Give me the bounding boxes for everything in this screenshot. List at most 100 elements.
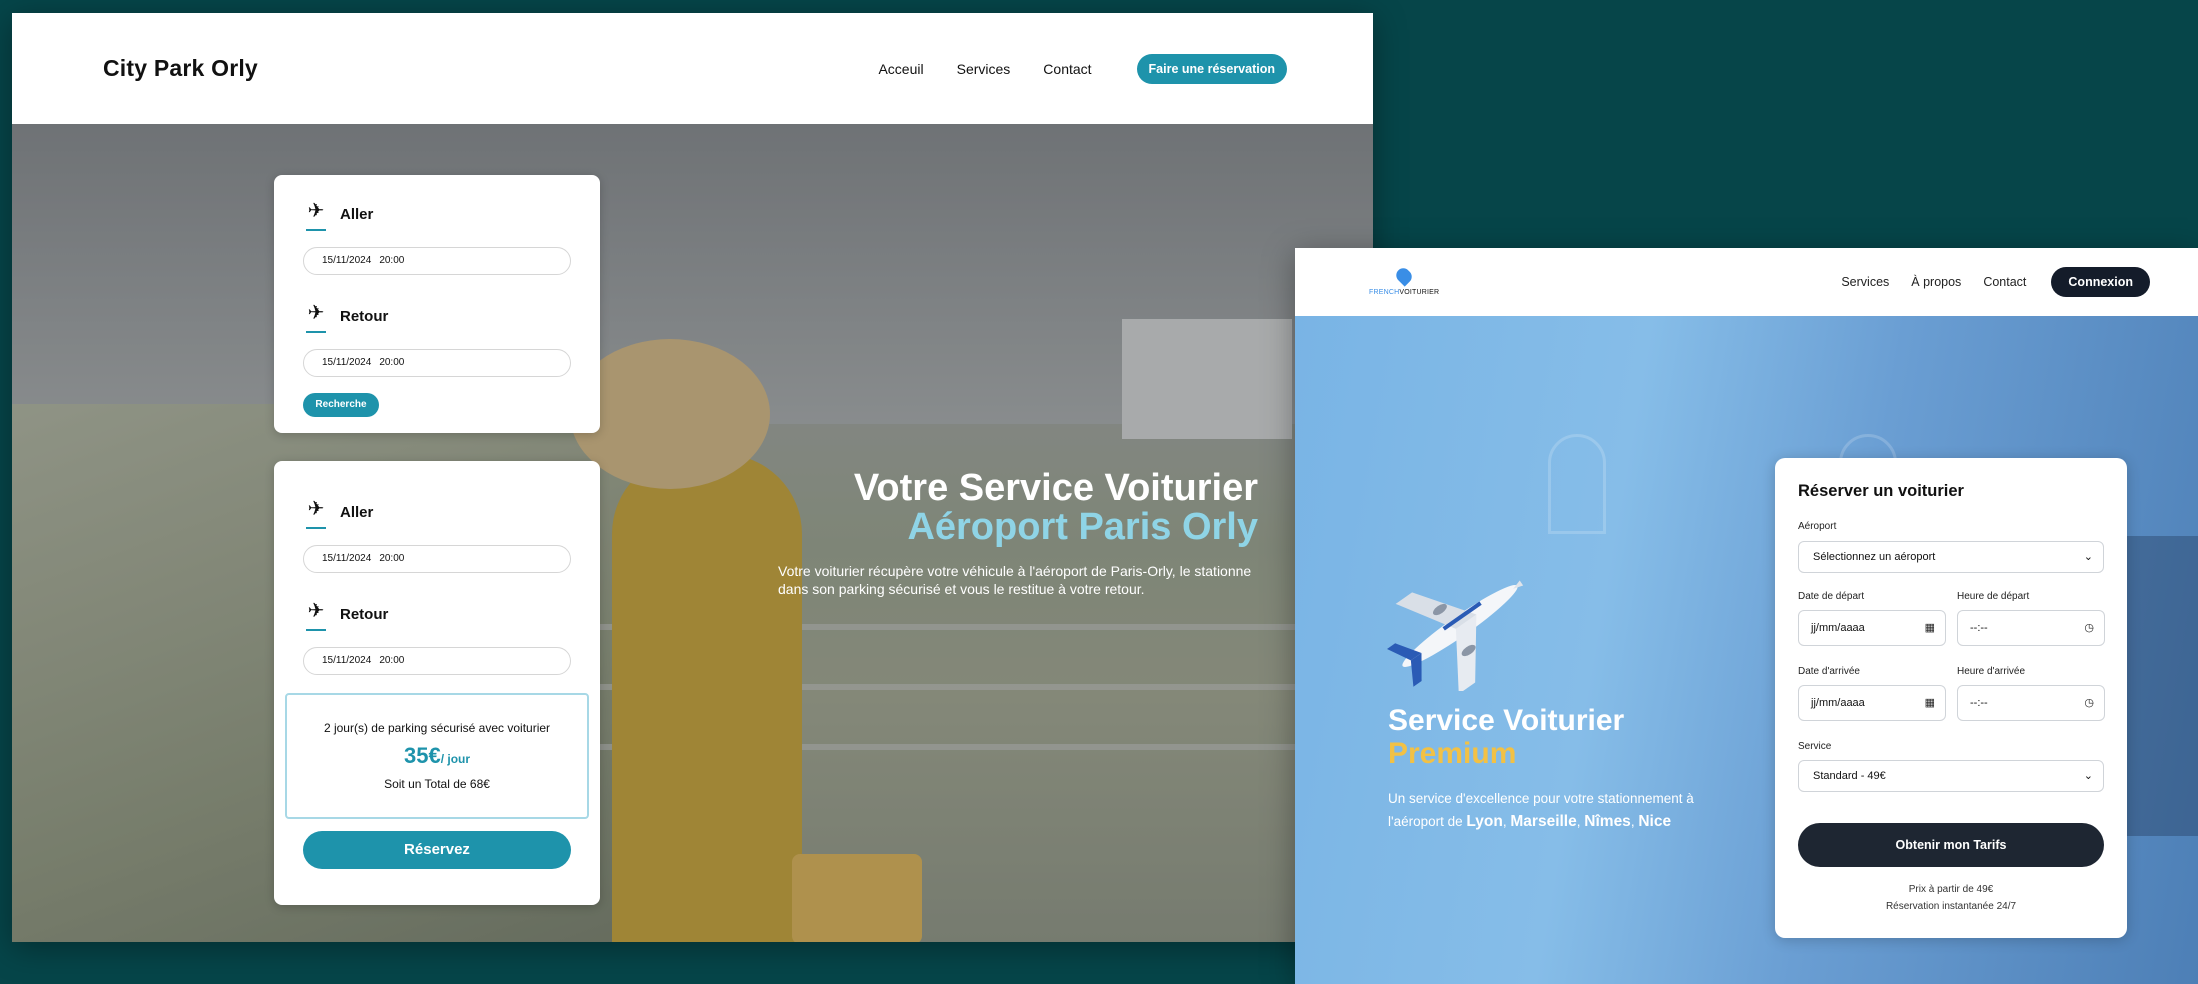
nav-services[interactable]: Services (957, 61, 1011, 77)
airplane-landing-icon: ✈ (304, 301, 328, 333)
retour-date: 15/11/2024 (322, 357, 372, 368)
clock-icon[interactable]: ◷ (2084, 611, 2094, 645)
aller-row: ✈ Aller (304, 497, 374, 529)
retour-row: ✈ Retour (304, 599, 389, 631)
airport-label: Aéroport (1798, 521, 1837, 532)
result-card: ✈ Aller 15/11/2024 20:00 ✈ Retour 15/11/2… (274, 461, 600, 905)
city-nimes: Nîmes (1584, 812, 1631, 830)
logo-part1: FRENCH (1369, 289, 1400, 296)
hero-headline: Service Voiturier Premium Un service d'e… (1388, 704, 1728, 834)
calendar-icon[interactable]: ▦ (1925, 611, 1935, 645)
service-select[interactable]: Standard - 49€ ⌄ (1798, 760, 2104, 792)
booking-form: Réserver un voiturier Aéroport Sélection… (1775, 458, 2127, 938)
hero-title-line1: Service Voiturier (1388, 704, 1625, 737)
price-unit: / jour (440, 752, 471, 766)
departure-date-label: Date de départ (1798, 591, 1865, 602)
arrival-date-placeholder: jj/mm/aaaa (1811, 697, 1865, 709)
form-title: Réserver un voiturier (1798, 482, 1964, 500)
airplane-takeoff-icon: ✈ (304, 497, 328, 529)
logo[interactable]: City Park Orly (103, 55, 258, 82)
aller-time: 20:00 (379, 255, 405, 266)
main-nav: Services À propos Contact Connexion (1841, 267, 2150, 297)
airport-select-value: Sélectionnez un aéroport (1813, 551, 1936, 563)
calendar-icon[interactable]: ▦ (1925, 686, 1935, 720)
city-lyon: Lyon (1466, 812, 1503, 830)
availability-footnote: Réservation instantanée 24/7 (1885, 901, 2017, 912)
departure-time-input[interactable]: --:-- ◷ (1957, 610, 2105, 646)
aller-date: 15/11/2024 (322, 255, 372, 266)
city-park-orly-page: City Park Orly Acceuil Services Contact … (12, 13, 1373, 942)
logo-part2: VOITURIER (1399, 289, 1440, 296)
price-value: 35€ (403, 743, 441, 768)
header: FRENCHVOITURIER Services À propos Contac… (1295, 248, 2198, 316)
price-summary-text: 2 jour(s) de parking sécurisé avec voitu… (323, 721, 551, 735)
hero-headline: Votre Service Voiturier Aéroport Paris O… (778, 469, 1258, 598)
retour-time: 20:00 (379, 655, 405, 666)
location-pin-icon (1393, 265, 1415, 287)
logo[interactable]: FRENCHVOITURIER (1369, 265, 1439, 296)
price-per-day: 35€/ jour (287, 743, 587, 769)
hero-subtitle: Un service d'excellence pour votre stati… (1388, 788, 1728, 834)
retour-date: 15/11/2024 (322, 655, 372, 666)
city-nice: Nice (1638, 812, 1672, 830)
price-total: Soit un Total de 68€ (384, 777, 490, 791)
chevron-down-icon: ⌄ (2083, 770, 2093, 782)
logo-wordmark: FRENCHVOITURIER (1369, 289, 1439, 296)
main-nav: Acceuil Services Contact Faire une réser… (878, 53, 1287, 84)
airplane-takeoff-icon: ✈ (304, 199, 328, 231)
nav-contact[interactable]: Contact (1043, 61, 1091, 77)
airport-select[interactable]: Sélectionnez un aéroport ⌄ (1798, 541, 2104, 573)
service-select-value: Standard - 49€ (1813, 770, 1886, 782)
header: City Park Orly Acceuil Services Contact … (12, 13, 1373, 124)
departure-time-placeholder: --:-- (1970, 622, 1988, 634)
arrival-date-input[interactable]: jj/mm/aaaa ▦ (1798, 685, 1946, 721)
price-footnote: Prix à partir de 49€ (1908, 884, 1994, 895)
departure-time-label: Heure de départ (1957, 591, 2030, 602)
hero-title-line2: Aéroport Paris Orly (907, 506, 1258, 548)
arrival-date-label: Date d'arrivée (1798, 666, 1860, 677)
connexion-button[interactable]: Connexion (2051, 267, 2150, 297)
airplane-icon (1387, 580, 1524, 691)
french-voiturier-page: FRENCHVOITURIER Services À propos Contac… (1295, 248, 2198, 984)
retour-datetime-input[interactable]: 15/11/2024 20:00 (303, 349, 571, 377)
clock-icon[interactable]: ◷ (2084, 686, 2094, 720)
retour-label: Retour (340, 307, 389, 325)
aller-datetime-input[interactable]: 15/11/2024 20:00 (303, 545, 571, 573)
nav-a-propos[interactable]: À propos (1911, 275, 1961, 289)
reserve-button[interactable]: Réservez (303, 831, 571, 869)
search-button[interactable]: Recherche (303, 393, 379, 417)
aller-label: Aller (340, 205, 374, 223)
hero: Votre Service Voiturier Aéroport Paris O… (12, 124, 1373, 942)
city-separator: , (1630, 813, 1635, 829)
aller-datetime-input[interactable]: 15/11/2024 20:00 (303, 247, 571, 275)
hero-title-line2: Premium (1388, 737, 1517, 770)
hero: Service Voiturier Premium Un service d'e… (1295, 316, 2198, 984)
aller-time: 20:00 (379, 553, 405, 564)
aller-date: 15/11/2024 (322, 553, 372, 564)
nav-acceuil[interactable]: Acceuil (878, 61, 923, 77)
service-label: Service (1798, 741, 1832, 752)
reservation-button[interactable]: Faire une réservation (1136, 53, 1287, 84)
get-price-button[interactable]: Obtenir mon Tarifs (1798, 823, 2104, 867)
retour-datetime-input[interactable]: 15/11/2024 20:00 (303, 647, 571, 675)
nav-contact[interactable]: Contact (1983, 275, 2026, 289)
retour-row: ✈ Retour (304, 301, 389, 333)
hero-window (1548, 434, 1606, 534)
city-separator: , (1576, 813, 1581, 829)
airplane-landing-icon: ✈ (304, 599, 328, 631)
price-summary: 2 jour(s) de parking sécurisé avec voitu… (285, 693, 589, 819)
arrival-time-placeholder: --:-- (1970, 697, 1988, 709)
arrival-time-label: Heure d'arrivée (1957, 666, 2026, 677)
hero-subtitle: Votre voiturier récupère votre véhicule … (778, 562, 1252, 598)
departure-date-placeholder: jj/mm/aaaa (1811, 622, 1865, 634)
arrival-time-input[interactable]: --:-- ◷ (1957, 685, 2105, 721)
chevron-down-icon: ⌄ (2083, 551, 2093, 563)
nav-services[interactable]: Services (1841, 275, 1889, 289)
retour-label: Retour (340, 605, 389, 623)
departure-date-input[interactable]: jj/mm/aaaa ▦ (1798, 610, 1946, 646)
city-separator: , (1502, 813, 1507, 829)
aller-row: ✈ Aller (304, 199, 374, 231)
city-marseille: Marseille (1510, 812, 1577, 830)
aller-label: Aller (340, 503, 374, 521)
hero-title-line1: Votre Service Voiturier (853, 467, 1258, 509)
